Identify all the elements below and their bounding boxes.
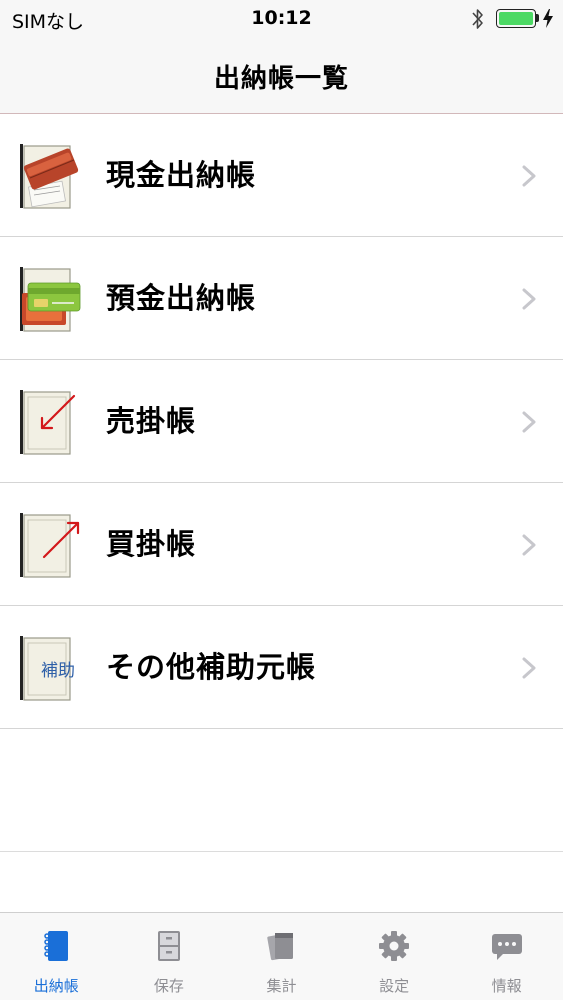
tab-label: 設定 <box>379 977 410 995</box>
list-item-label: 売掛帳 <box>106 404 197 438</box>
cabinet-icon <box>157 931 180 961</box>
page-title: 出納帳一覧 <box>213 64 349 94</box>
chevron-right-icon <box>522 288 536 310</box>
tab-settings[interactable]: 設定 <box>338 913 451 1000</box>
empty-list-row <box>0 728 563 852</box>
list-item-label: その他補助元帳 <box>106 650 317 684</box>
deposit-ledger-icon <box>20 267 81 332</box>
tab-ledger[interactable]: 出納帳 <box>0 913 113 1000</box>
bluetooth-icon <box>472 9 483 29</box>
ledger-book-icon <box>44 931 69 961</box>
speech-bubble-icon <box>491 934 522 960</box>
navigation-bar: 出納帳一覧 <box>0 38 563 114</box>
ledger-list: 現金出納帳 預金出納帳 売掛帳 買掛帳 補助 その他補助元帳 <box>0 114 563 729</box>
tab-label: 保存 <box>153 977 184 995</box>
list-item-deposit-ledger[interactable]: 預金出納帳 <box>0 237 563 360</box>
documents-icon <box>267 933 294 961</box>
chevron-right-icon <box>522 411 536 433</box>
tab-label: 情報 <box>491 977 522 995</box>
tab-summary[interactable]: 集計 <box>225 913 338 1000</box>
charging-bolt-icon <box>543 9 553 28</box>
tab-save[interactable]: 保存 <box>113 913 226 1000</box>
list-item-label: 現金出納帳 <box>106 158 257 192</box>
tab-label: 集計 <box>266 977 297 995</box>
battery-tip <box>536 14 539 22</box>
payables-ledger-icon <box>20 513 80 578</box>
receivables-ledger-icon <box>20 390 76 455</box>
chevron-right-icon <box>522 165 536 187</box>
battery-icon <box>496 9 536 28</box>
gear-icon <box>379 931 410 961</box>
status-bar: SIMなし 10:12 <box>0 0 563 38</box>
list-item-cash-ledger[interactable]: 現金出納帳 <box>0 114 563 237</box>
tab-info[interactable]: 情報 <box>450 913 563 1000</box>
list-item-payables-ledger[interactable]: 買掛帳 <box>0 483 563 606</box>
cash-ledger-icon <box>20 144 79 209</box>
list-item-other-subledger[interactable]: 補助 その他補助元帳 <box>0 606 563 729</box>
list-item-label: 買掛帳 <box>106 527 197 561</box>
list-item-receivables-ledger[interactable]: 売掛帳 <box>0 360 563 483</box>
tab-label: 出納帳 <box>33 977 79 995</box>
battery-fill <box>499 12 533 25</box>
chevron-right-icon <box>522 657 536 679</box>
tab-bar: 出納帳 保存 集計 設定 情報 <box>0 912 563 1000</box>
list-item-label: 預金出納帳 <box>106 281 257 315</box>
other-subledger-icon: 補助 <box>20 636 75 701</box>
subledger-icon-text: 補助 <box>41 661 75 681</box>
chevron-right-icon <box>522 534 536 556</box>
